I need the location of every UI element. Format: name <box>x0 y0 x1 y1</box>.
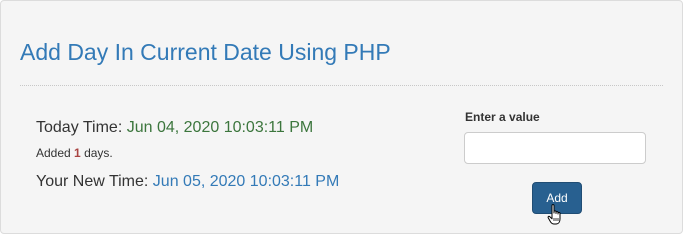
main-panel: Add Day In Current Date Using PHP Today … <box>0 0 683 234</box>
value-field-label: Enter a value <box>465 110 540 124</box>
new-time-label: Your New Time: <box>36 173 149 190</box>
added-suffix: days. <box>84 146 113 160</box>
new-time-line: Your New Time: Jun 05, 2020 10:03:11 PM <box>36 171 339 193</box>
hand-pointer-icon <box>547 204 561 225</box>
new-time-value: Jun 05, 2020 10:03:11 PM <box>152 173 340 190</box>
today-time-value: Jun 04, 2020 10:03:11 PM <box>126 119 314 136</box>
added-days-count: 1 <box>74 146 81 160</box>
added-days-line: Added 1 days. <box>36 145 113 161</box>
added-prefix: Added <box>36 146 71 160</box>
value-input[interactable] <box>464 132 646 164</box>
today-time-label: Today Time: <box>36 119 123 136</box>
today-time-line: Today Time: Jun 04, 2020 10:03:11 PM <box>36 117 313 139</box>
page-title: Add Day In Current Date Using PHP <box>20 39 391 65</box>
divider <box>20 85 663 86</box>
